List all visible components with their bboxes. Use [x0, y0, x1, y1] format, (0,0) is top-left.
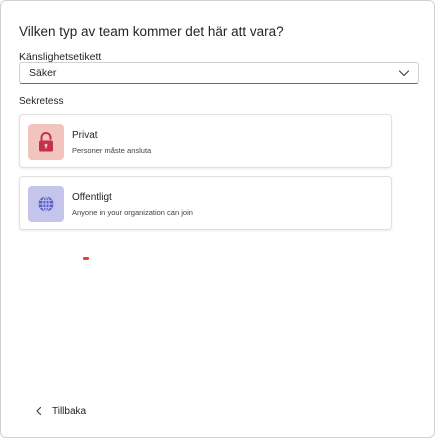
back-button[interactable]: Tillbaka	[35, 404, 86, 418]
chevron-left-icon	[36, 406, 42, 416]
lock-icon	[39, 132, 53, 152]
chevron-down-icon	[398, 70, 410, 77]
privacy-option-private[interactable]: Privat Personer måste ansluta	[19, 114, 392, 168]
private-option-title: Privat	[72, 130, 98, 141]
sensitivity-dropdown[interactable]: Säker	[19, 62, 419, 84]
privacy-section-label: Sekretess	[19, 96, 64, 107]
back-button-label: Tillbaka	[52, 405, 87, 417]
public-option-title: Offentligt	[72, 192, 112, 203]
create-team-dialog: Vilken typ av team kommer det här att va…	[0, 0, 435, 438]
privacy-option-public[interactable]: Offentligt Anyone in your organization c…	[19, 176, 392, 230]
public-icon-tile	[28, 186, 64, 222]
public-option-description: Anyone in your organization can join	[72, 208, 193, 217]
dialog-title: Vilken typ av team kommer det här att va…	[19, 24, 284, 39]
globe-icon	[38, 196, 54, 212]
private-icon-tile	[28, 124, 64, 160]
red-indicator-mark	[83, 257, 89, 260]
private-option-description: Personer måste ansluta	[72, 146, 152, 155]
sensitivity-selected-value: Säker	[29, 67, 57, 79]
